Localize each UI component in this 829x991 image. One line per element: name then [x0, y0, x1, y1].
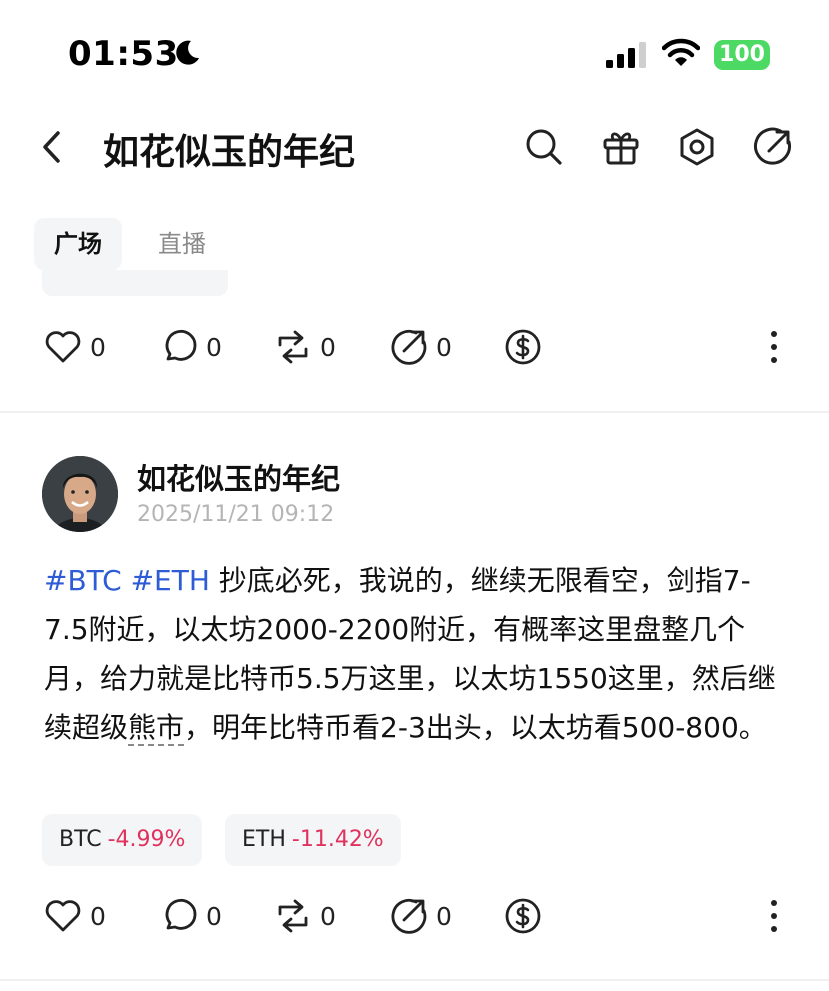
tip-button[interactable]: [504, 322, 542, 372]
dollar-coin-icon: [505, 329, 541, 365]
more-options-icon[interactable]: [764, 897, 784, 935]
ticker-chip-partial: [42, 270, 228, 296]
comment-count: 0: [206, 332, 222, 362]
post-author[interactable]: 如花似玉的年纪: [137, 456, 340, 498]
repost-icon: [278, 899, 308, 933]
wifi-icon: [662, 38, 700, 66]
share-icon: [391, 898, 427, 934]
share-button[interactable]: 0: [390, 891, 452, 941]
comment-icon: [165, 899, 197, 930]
page-title: 如花似玉的年纪: [103, 132, 356, 173]
share-button[interactable]: 0: [390, 322, 452, 372]
like-button[interactable]: 0: [44, 322, 106, 372]
repost-count: 0: [320, 332, 336, 362]
repost-button[interactable]: 0: [274, 891, 336, 941]
tab-live[interactable]: 直播: [138, 218, 226, 270]
ticker-change: -4.99%: [107, 827, 186, 852]
share-icon: [391, 329, 427, 365]
post-divider: [0, 979, 829, 981]
post-content: #BTC #ETH 抄底必死，我说的，继续无限看空，剑指7-7.5附近，以太坊2…: [44, 556, 784, 752]
tab-square[interactable]: 广场: [34, 218, 122, 270]
repost-icon: [278, 330, 308, 364]
comment-count: 0: [206, 901, 222, 931]
post-date: 2025/11/21 09:12: [137, 502, 335, 527]
comment-icon: [165, 330, 197, 361]
ticker-change: -11.42%: [291, 827, 384, 852]
comment-button[interactable]: 0: [160, 891, 222, 941]
like-button[interactable]: 0: [44, 891, 106, 941]
term-link[interactable]: 熊市: [128, 711, 185, 746]
hashtag-link[interactable]: #ETH: [131, 564, 210, 597]
ticker-symbol: BTC: [59, 827, 102, 852]
settings-hexagon-icon[interactable]: [677, 127, 717, 167]
share-count: 0: [436, 332, 452, 362]
heart-icon: [45, 900, 81, 932]
dollar-coin-icon: [505, 898, 541, 934]
gift-icon[interactable]: [601, 127, 641, 167]
share-icon[interactable]: [753, 127, 793, 167]
ticker-chip-eth[interactable]: ETH -11.42%: [225, 814, 401, 866]
back-arrow-icon[interactable]: [38, 127, 66, 167]
more-options-icon[interactable]: [764, 328, 784, 366]
ticker-chip-btc[interactable]: BTC -4.99%: [42, 814, 203, 866]
post-actions: 0 0 0 0: [0, 891, 829, 941]
moon-icon: [176, 40, 199, 65]
post-divider: [0, 411, 829, 413]
avatar[interactable]: [42, 456, 118, 532]
tip-button[interactable]: [504, 891, 542, 941]
post-text: ，明年比特币看2-3出头，以太坊看500-800。: [184, 711, 767, 744]
avatar-portrait-icon: [42, 456, 118, 532]
cellular-signal-icon: [606, 42, 646, 68]
status-time: 01:53: [68, 34, 179, 74]
search-icon[interactable]: [524, 127, 564, 167]
repost-button[interactable]: 0: [274, 322, 336, 372]
hashtag-link[interactable]: #BTC: [44, 564, 122, 597]
like-count: 0: [90, 332, 106, 362]
status-bar: 01:53 100: [0, 0, 829, 100]
battery-indicator: 100: [714, 40, 770, 70]
repost-count: 0: [320, 901, 336, 931]
prev-post-actions: 0 0 0 0: [0, 322, 829, 372]
like-count: 0: [90, 901, 106, 931]
ticker-symbol: ETH: [242, 827, 286, 852]
heart-icon: [45, 331, 81, 363]
top-navigation-bar: 如花似玉的年纪: [0, 105, 829, 190]
share-count: 0: [436, 901, 452, 931]
comment-button[interactable]: 0: [160, 322, 222, 372]
